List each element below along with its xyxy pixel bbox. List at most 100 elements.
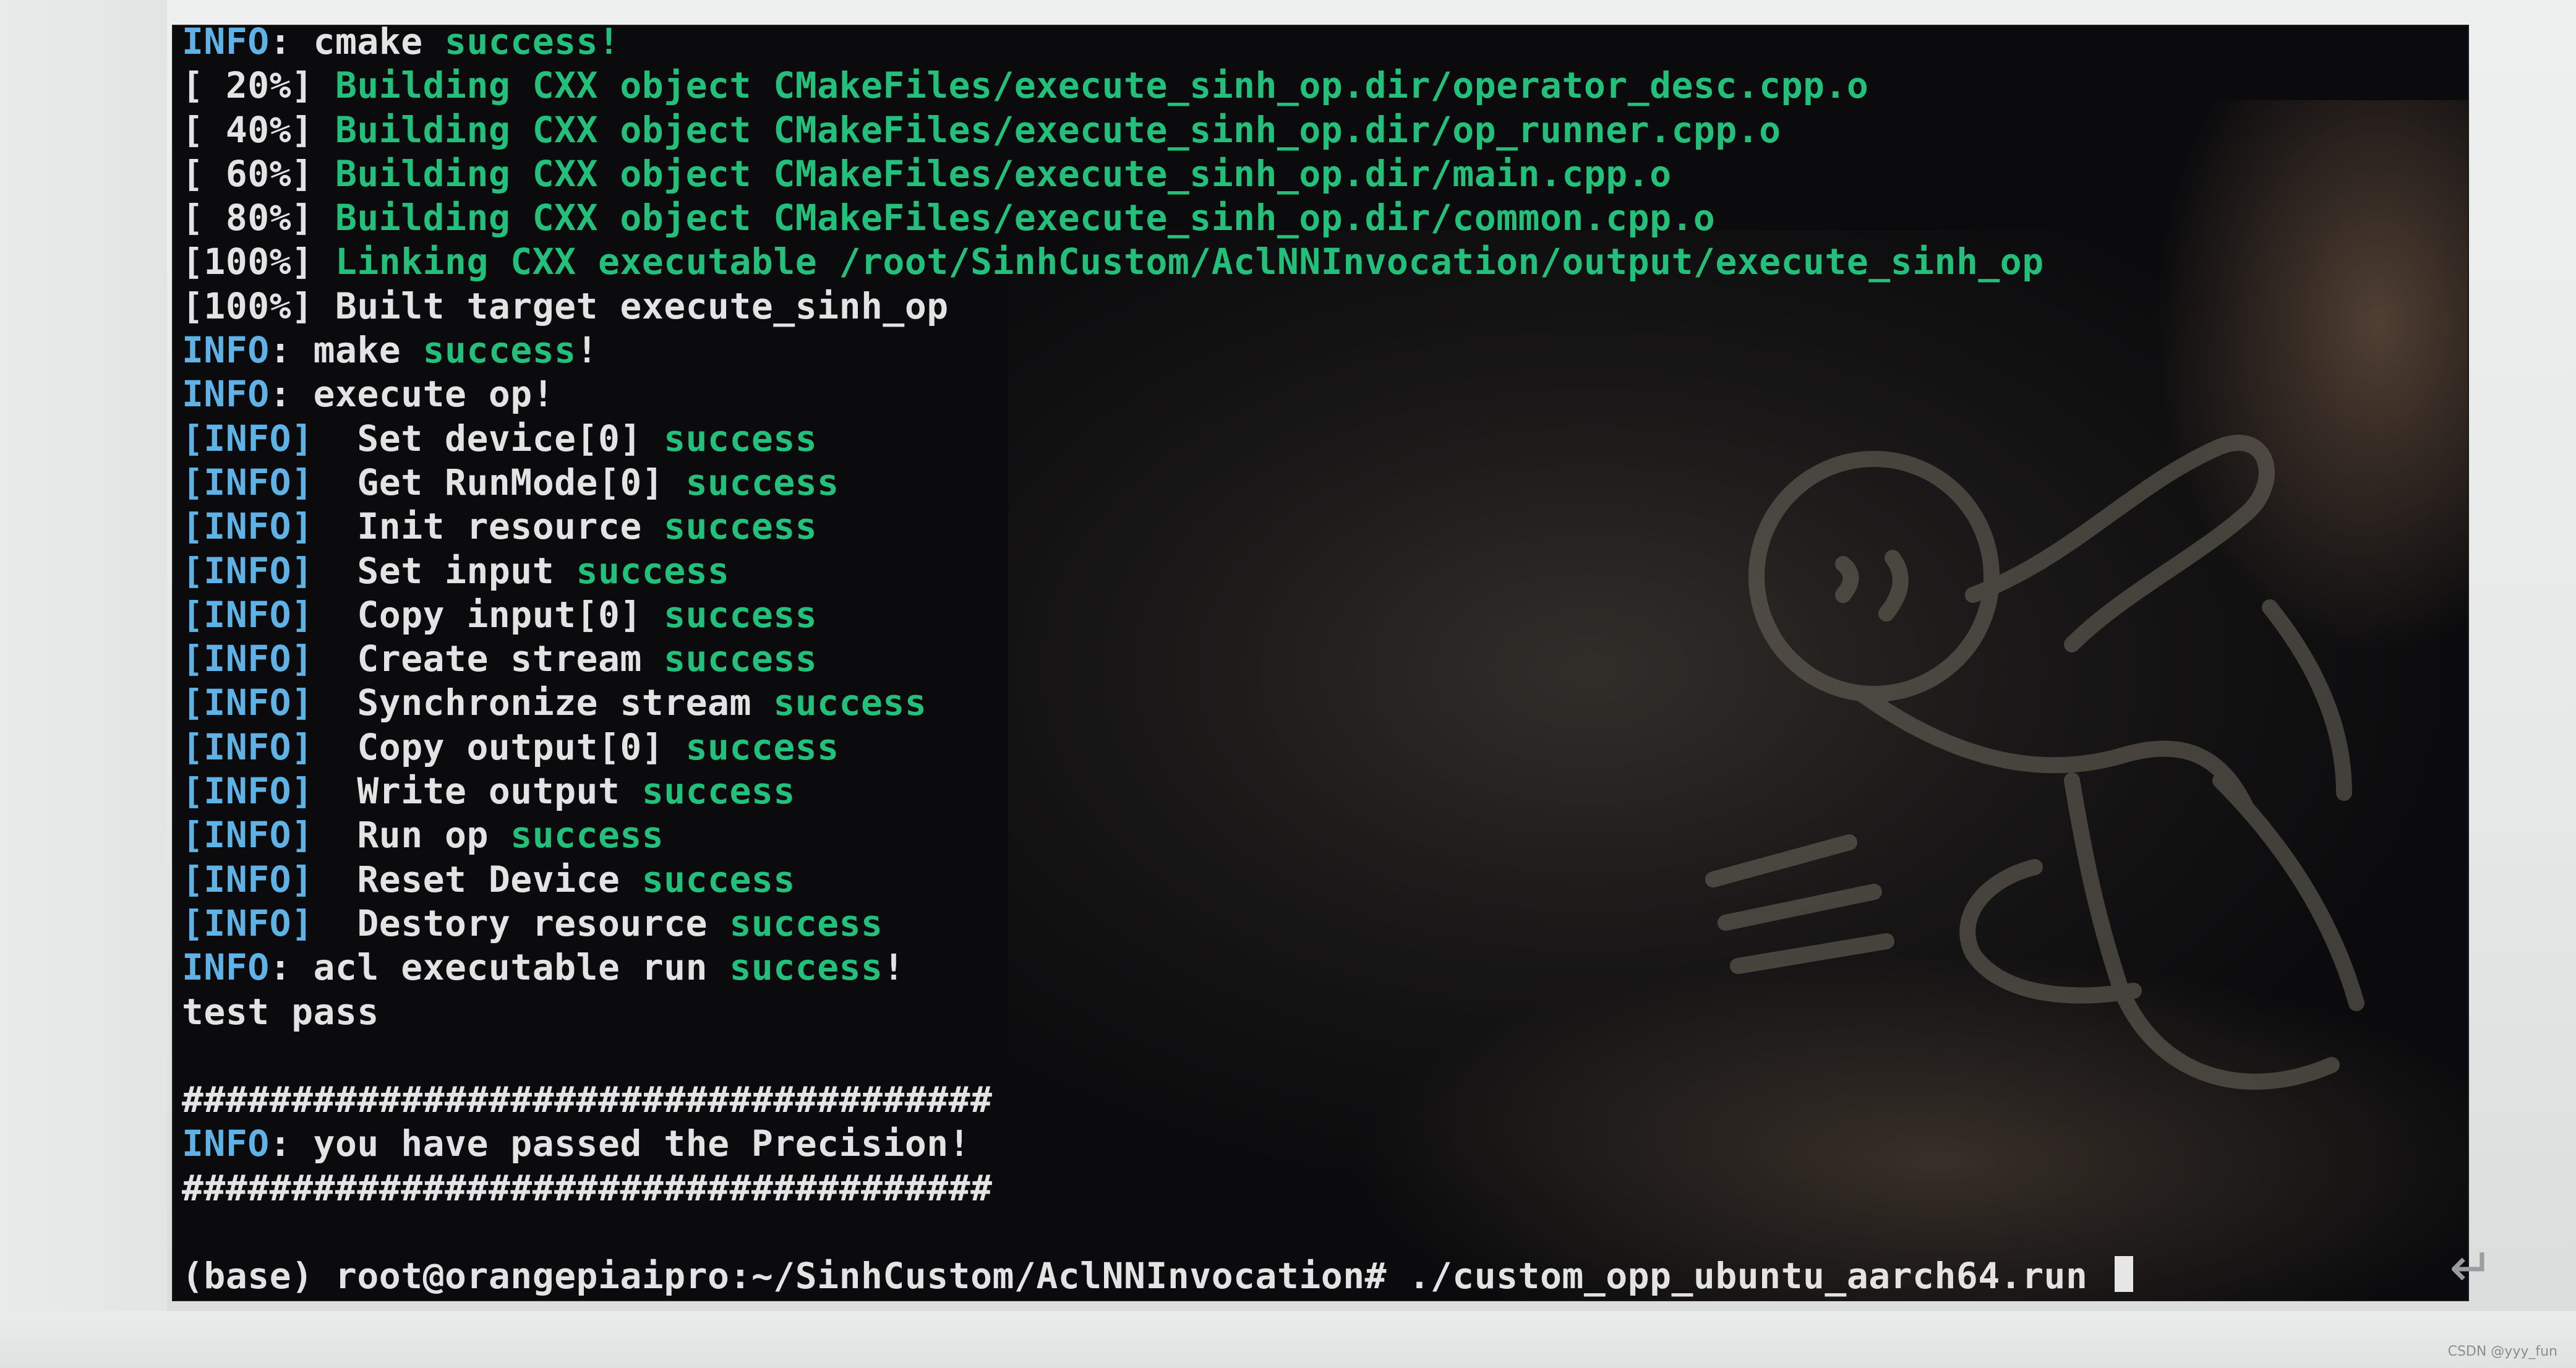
terminal-text-segment: [INFO]: [182, 858, 314, 900]
terminal-line: [INFO] Copy output[0] success: [182, 725, 2468, 769]
terminal-text-segment: Building CXX object CMakeFiles/execute_s…: [335, 64, 1869, 107]
terminal-line: [INFO] Create stream success: [182, 637, 2468, 681]
terminal-line: test pass: [182, 990, 2468, 1034]
terminal-text-segment: INFO: [182, 946, 270, 989]
terminal-line: [ 60%] Building CXX object CMakeFiles/ex…: [182, 152, 2468, 196]
terminal-text-segment: INFO: [182, 1122, 270, 1165]
terminal-line: [INFO] Init resource success: [182, 505, 2468, 549]
terminal-text-segment: [INFO]: [182, 682, 314, 724]
terminal-text-segment: success: [664, 638, 818, 680]
watermark: CSDN @yyy_fun: [2447, 1344, 2557, 1359]
terminal-line: INFO: make success!: [182, 328, 2468, 372]
terminal-text-segment: [ 20%]: [182, 64, 335, 107]
terminal-text-segment: Destory resource: [313, 902, 730, 944]
terminal-line: [ 40%] Building CXX object CMakeFiles/ex…: [182, 108, 2468, 152]
terminal-text-segment: [ 40%]: [182, 108, 335, 151]
terminal-text-segment: [100%]: [182, 241, 335, 283]
terminal-text-segment: Synchronize stream: [313, 682, 774, 724]
terminal-line: #####################################: [182, 1078, 2468, 1122]
terminal-text-segment: #####################################: [182, 1079, 993, 1121]
terminal-text-segment: [INFO]: [182, 725, 314, 768]
terminal-text-segment: : execute op!: [269, 373, 555, 416]
terminal-window[interactable]: INFO: cmake success![ 20%] Building CXX …: [173, 26, 2468, 1300]
terminal-text-segment: success: [664, 505, 818, 548]
terminal-text-segment: success!: [445, 26, 620, 62]
terminal-text-segment: success: [729, 946, 883, 989]
terminal-text-segment: success: [576, 549, 730, 592]
terminal-text-segment: (base) root@orangepiaipro:~/SinhCustom/A…: [182, 1255, 2110, 1297]
terminal-text-segment: success: [729, 902, 883, 944]
terminal-text-segment: Create stream: [313, 638, 664, 680]
terminal-text-segment: success: [422, 329, 576, 372]
terminal-text-segment: Init resource: [313, 505, 664, 548]
terminal-text-segment: [INFO]: [182, 638, 314, 680]
terminal-text-segment: Set input: [313, 549, 576, 592]
terminal-text-segment: Reset Device: [313, 858, 642, 900]
terminal-text-segment: #####################################: [182, 1166, 993, 1209]
terminal-text-segment: success: [773, 682, 927, 724]
terminal-text-segment: [100%] Built target execute_sinh_op: [182, 284, 949, 327]
terminal-text-segment: : acl executable run: [269, 946, 730, 989]
terminal-text-segment: success: [641, 858, 795, 900]
terminal-text-segment: INFO: [182, 329, 270, 372]
terminal-line: [INFO] Set device[0] success: [182, 417, 2468, 461]
terminal-text-segment: Building CXX object CMakeFiles/execute_s…: [335, 152, 1672, 195]
terminal-line: [INFO] Write output success: [182, 769, 2468, 813]
terminal-cursor: [2114, 1256, 2133, 1293]
terminal-line: [INFO] Reset Device success: [182, 858, 2468, 902]
terminal-text-segment: : make: [269, 329, 423, 372]
terminal-line: [INFO] Set input success: [182, 549, 2468, 593]
terminal-text-segment: test pass: [182, 990, 379, 1033]
terminal-line: INFO: cmake success!: [182, 26, 2468, 64]
terminal-line: [ 20%] Building CXX object CMakeFiles/ex…: [182, 64, 2468, 108]
terminal-text-segment: Linking CXX executable /root/SinhCustom/…: [335, 241, 2044, 283]
terminal-text-segment: [INFO]: [182, 505, 314, 548]
terminal-text-segment: success: [685, 461, 839, 503]
terminal-text-segment: [INFO]: [182, 461, 314, 503]
terminal-text-segment: Building CXX object CMakeFiles/execute_s…: [335, 108, 1781, 151]
terminal-text-segment: !: [576, 329, 598, 372]
terminal-output: INFO: cmake success![ 20%] Building CXX …: [182, 26, 2468, 1299]
terminal-line: [ 80%] Building CXX object CMakeFiles/ex…: [182, 196, 2468, 240]
terminal-text-segment: !: [883, 946, 905, 989]
photo-frame: INFO: cmake success![ 20%] Building CXX …: [0, 0, 2576, 1368]
terminal-line: INFO: acl executable run success!: [182, 946, 2468, 990]
terminal-text-segment: INFO: [182, 26, 270, 62]
terminal-line: #####################################: [182, 1166, 2468, 1210]
terminal-line: INFO: you have passed the Precision!: [182, 1122, 2468, 1166]
terminal-text-segment: Copy output[0]: [313, 725, 686, 768]
terminal-text-segment: [INFO]: [182, 814, 314, 857]
terminal-line: [INFO] Get RunMode[0] success: [182, 461, 2468, 505]
terminal-text-segment: Copy input[0]: [313, 593, 664, 636]
terminal-line: [INFO] Destory resource success: [182, 902, 2468, 946]
terminal-text-segment: success: [641, 770, 795, 813]
page-bottom-strip: [0, 1311, 2576, 1368]
terminal-text-segment: [INFO]: [182, 549, 314, 592]
terminal-text-segment: success: [664, 417, 818, 460]
terminal-text-segment: Write output: [313, 770, 642, 813]
terminal-text-segment: [ 80%]: [182, 197, 335, 239]
terminal-text-segment: [ 60%]: [182, 152, 335, 195]
terminal-line: [100%] Linking CXX executable /root/Sinh…: [182, 240, 2468, 284]
terminal-text-segment: [INFO]: [182, 417, 314, 460]
terminal-text-segment: Run op: [313, 814, 511, 857]
terminal-text-segment: success: [664, 593, 818, 636]
terminal-prompt-line[interactable]: (base) root@orangepiaipro:~/SinhCustom/A…: [182, 1254, 2468, 1298]
return-arrow-icon: ↵: [2449, 1237, 2494, 1299]
terminal-line: [INFO] Run op success: [182, 813, 2468, 857]
terminal-text-segment: success: [510, 814, 664, 857]
terminal-line: [100%] Built target execute_sinh_op: [182, 284, 2468, 328]
terminal-line: [INFO] Synchronize stream success: [182, 681, 2468, 725]
page-margin: [0, 0, 167, 1368]
terminal-text-segment: [INFO]: [182, 902, 314, 944]
terminal-text-segment: : cmake: [269, 26, 445, 62]
terminal-text-segment: INFO: [182, 373, 270, 416]
terminal-text-segment: Set device[0]: [313, 417, 664, 460]
terminal-line: [INFO] Copy input[0] success: [182, 593, 2468, 637]
terminal-text-segment: Building CXX object CMakeFiles/execute_s…: [335, 197, 1716, 239]
terminal-text-segment: [INFO]: [182, 770, 314, 813]
terminal-text-segment: success: [685, 725, 839, 768]
terminal-text-segment: Get RunMode[0]: [313, 461, 686, 503]
